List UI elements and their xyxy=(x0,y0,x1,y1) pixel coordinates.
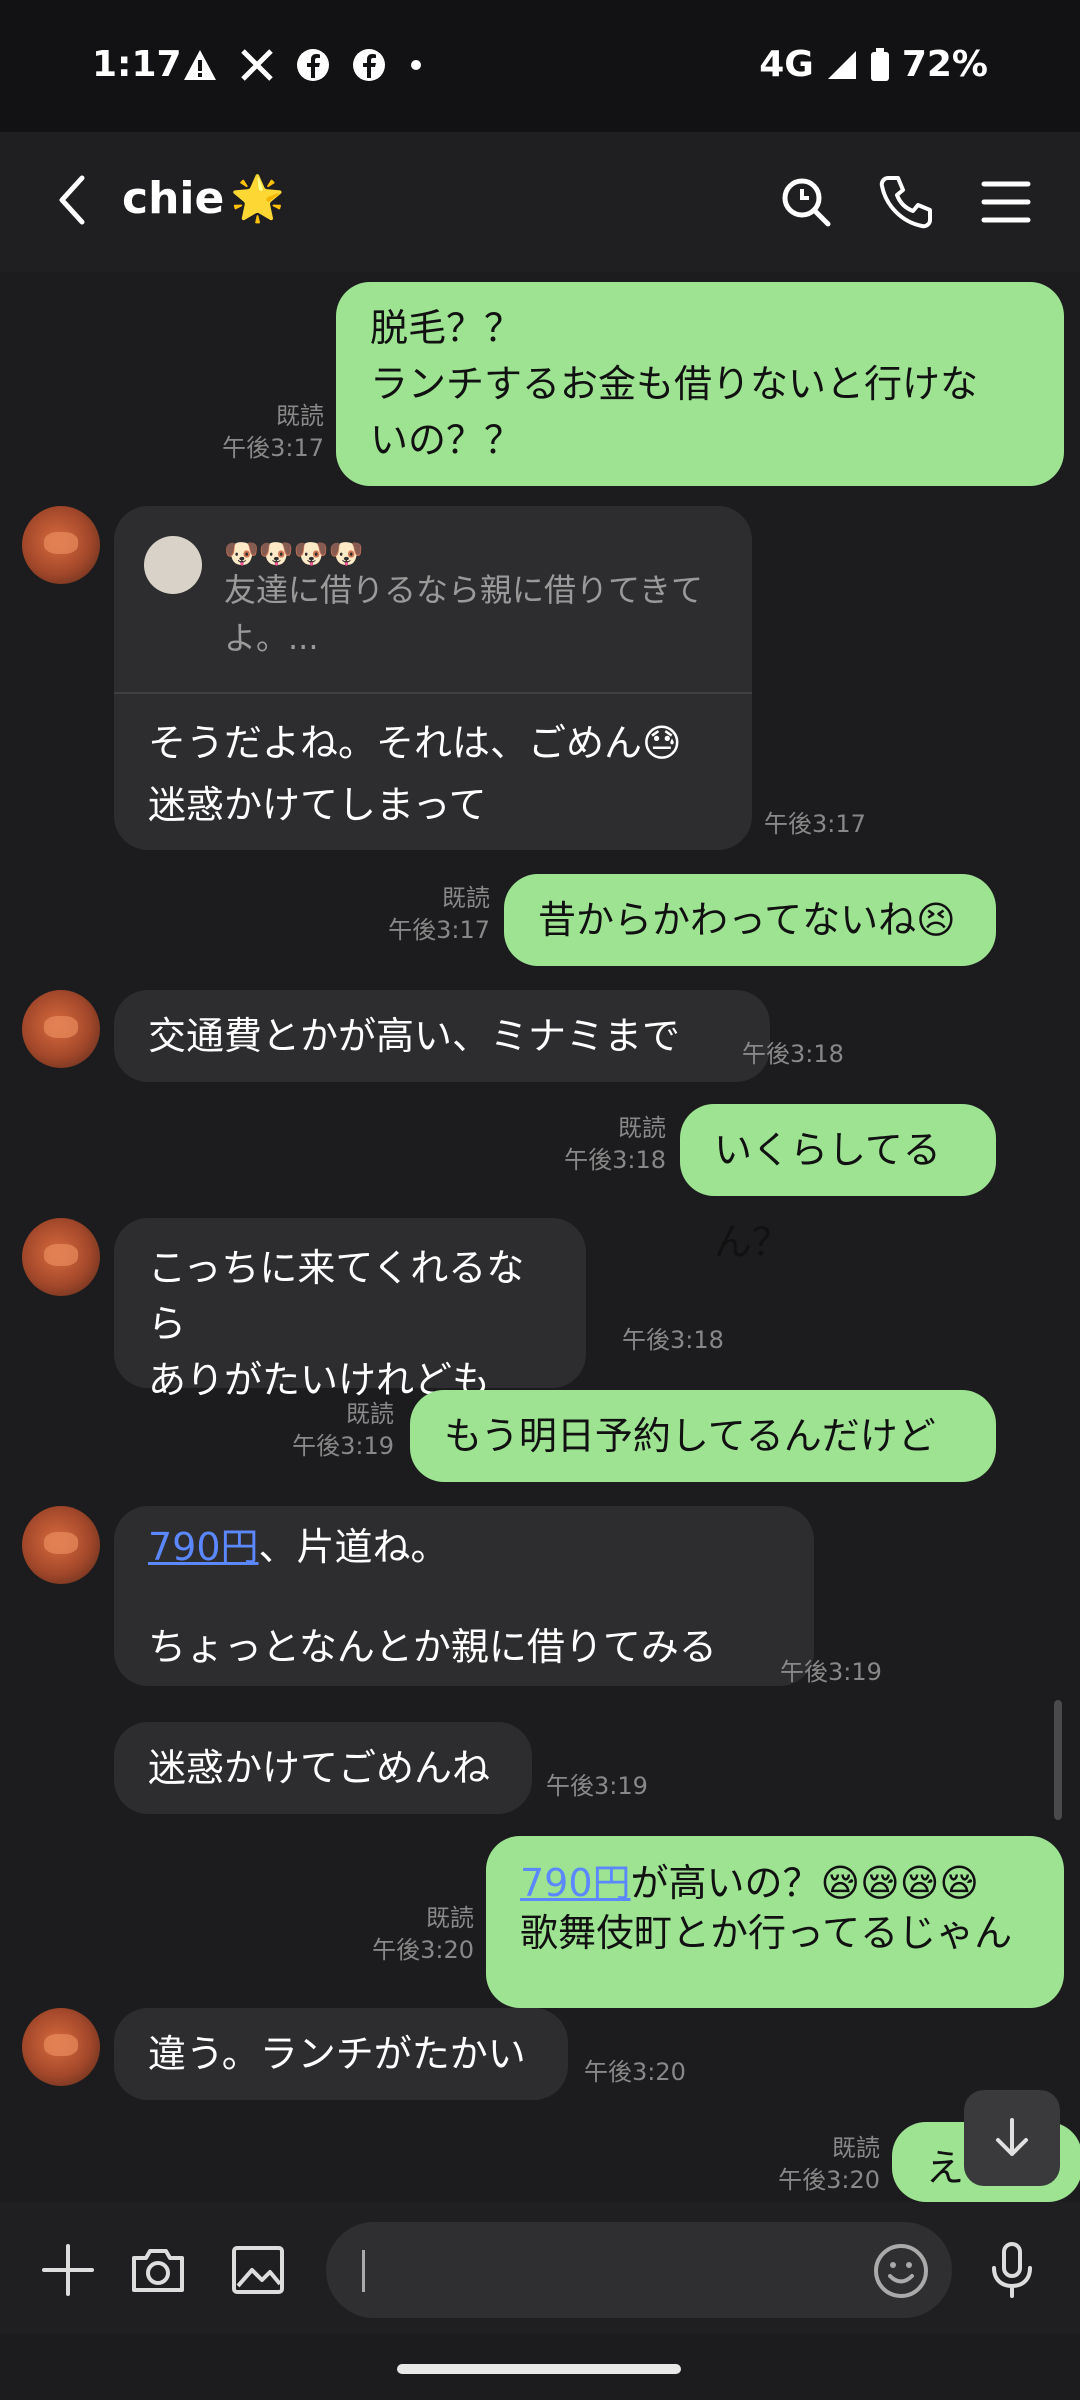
x-icon xyxy=(241,49,273,81)
arrow-down-icon xyxy=(996,2118,1028,2156)
message-time: 午後3:20 xyxy=(584,2058,686,2086)
message-bubble-incoming[interactable]: 違う。ランチがたかい xyxy=(114,2008,568,2100)
scrollbar[interactable] xyxy=(1054,1700,1062,1820)
message-time: 午後3:19 xyxy=(292,1432,394,1460)
message-time: 午後3:17 xyxy=(388,916,490,944)
microphone-icon[interactable] xyxy=(982,2240,1042,2300)
message-bubble-incoming[interactable]: 🐶🐶🐶🐶 友達に借りるなら親に借りてきて よ。... そうだよね。それは、ごめん… xyxy=(114,506,752,850)
phone-icon[interactable] xyxy=(874,170,938,234)
reply-quote[interactable]: 🐶🐶🐶🐶 友達に借りるなら親に借りてきて よ。... xyxy=(114,506,752,694)
contact-avatar[interactable] xyxy=(22,506,100,584)
back-arrow-icon[interactable] xyxy=(48,170,98,230)
status-bar: 1:17 4G 72% xyxy=(0,0,1080,132)
contact-avatar[interactable] xyxy=(22,2008,100,2086)
read-receipt: 既読 xyxy=(618,1114,666,1142)
read-receipt: 既読 xyxy=(346,1400,394,1428)
message-bubble-incoming[interactable]: 交通費とかが高い、ミナミまで xyxy=(114,990,770,1082)
status-right: 4G 72% xyxy=(759,44,988,85)
message-time: 午後3:17 xyxy=(222,434,324,462)
battery-icon xyxy=(870,47,889,81)
message-meta: 既読午後3:20 xyxy=(756,2132,880,2196)
network-type: 4G xyxy=(759,44,814,85)
message-time: 午後3:18 xyxy=(742,1040,844,1068)
message-bubble-outgoing[interactable]: もう明日予約してるんだけども、 xyxy=(410,1390,996,1550)
message-input[interactable] xyxy=(326,2222,952,2318)
message-meta: 既読午後3:20 xyxy=(350,1902,474,1966)
image-icon[interactable] xyxy=(228,2240,288,2300)
message-time: 午後3:18 xyxy=(564,1146,666,1174)
notification-icons xyxy=(182,48,424,82)
message-bubble-incoming[interactable]: 790円、片道ね。 ちょっとなんとか親に借りてみる xyxy=(114,1506,814,1686)
emoji-icon[interactable] xyxy=(872,2242,930,2300)
contact-avatar[interactable] xyxy=(22,990,100,1068)
dot-icon xyxy=(411,60,421,70)
status-time: 1:17 xyxy=(92,44,182,85)
amount-link[interactable]: 790円 xyxy=(148,1525,259,1569)
read-receipt: 既読 xyxy=(276,402,324,430)
message-time: 午後3:20 xyxy=(778,2166,880,2194)
message-meta: 既読午後3:18 xyxy=(546,1112,666,1176)
chat-title-text: chie xyxy=(122,173,225,224)
chat-header: chie 🌟 xyxy=(0,132,1080,272)
message-time: 午後3:18 xyxy=(622,1326,724,1354)
message-meta: 既読午後3:17 xyxy=(200,400,324,464)
amount-link[interactable]: 790円 xyxy=(520,1861,631,1905)
contact-avatar[interactable] xyxy=(22,1218,100,1296)
camera-icon[interactable] xyxy=(128,2240,188,2300)
plus-icon[interactable] xyxy=(38,2240,98,2300)
facebook-icon xyxy=(297,49,329,81)
signal-icon xyxy=(827,50,856,79)
chat-title: chie 🌟 xyxy=(122,172,285,224)
message-input-bar xyxy=(0,2202,1080,2334)
quote-thumbnail xyxy=(144,536,202,594)
message-time: 午後3:17 xyxy=(764,810,866,838)
read-receipt: 既読 xyxy=(832,2134,880,2162)
quote-text: 友達に借りるなら親に借りてきて よ。... xyxy=(224,571,704,657)
message-text: そうだよね。それは、ごめん😓 迷惑かけてしまって xyxy=(148,721,682,827)
read-receipt: 既読 xyxy=(426,1904,474,1932)
menu-icon[interactable] xyxy=(974,170,1038,234)
alert-icon xyxy=(184,50,216,80)
contact-avatar[interactable] xyxy=(22,1506,100,1584)
message-time: 午後3:19 xyxy=(546,1772,648,1800)
text-caret xyxy=(362,2250,365,2292)
gesture-nav-handle[interactable] xyxy=(397,2364,681,2374)
star-emoji: 🌟 xyxy=(230,173,286,224)
message-bubble-outgoing[interactable]: 790円が高いの？😪😪😪😪 歌舞伎町とか行ってるじゃん xyxy=(486,1836,1064,2008)
facebook-icon xyxy=(353,49,385,81)
message-bubble-incoming[interactable]: 迷惑かけてごめんね xyxy=(114,1722,532,1814)
message-time: 午後3:20 xyxy=(372,1936,474,1964)
battery-level: 72% xyxy=(901,44,988,85)
message-bubble-outgoing[interactable]: 昔からかわってないね😣😣 xyxy=(504,874,996,1034)
message-bubble-outgoing[interactable]: 脱毛？？ ランチするお金も借りないと行けな いの？？ xyxy=(336,282,1064,486)
message-meta: 既読午後3:19 xyxy=(270,1398,394,1462)
scroll-to-bottom-button[interactable] xyxy=(964,2090,1060,2186)
message-bubble-incoming[interactable]: こっちに来てくれるなら ありがたいけれども xyxy=(114,1218,586,1402)
message-bubble-outgoing[interactable]: いくらしてるん？ xyxy=(680,1104,996,1264)
search-icon[interactable] xyxy=(774,170,838,234)
read-receipt: 既読 xyxy=(442,884,490,912)
message-time: 午後3:19 xyxy=(780,1658,882,1686)
message-meta: 既読午後3:17 xyxy=(370,882,490,946)
